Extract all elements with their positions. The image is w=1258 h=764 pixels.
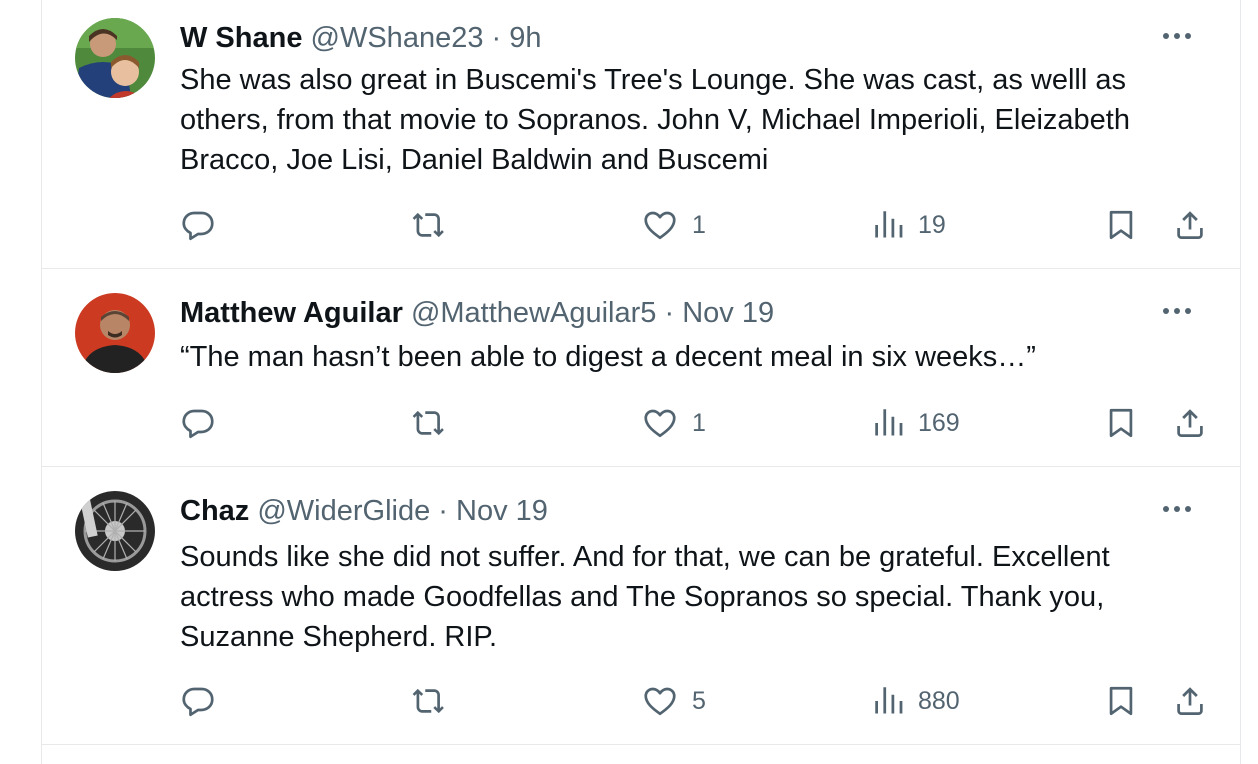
heart-icon bbox=[644, 409, 676, 438]
tweet-text: “The man hasn’t been able to digest a de… bbox=[180, 341, 1036, 373]
bookmark-button[interactable] bbox=[1104, 681, 1138, 721]
views-button[interactable]: 19 bbox=[874, 205, 946, 245]
reply-feed: W Shane @WShane23 · 9h She was also grea… bbox=[41, 0, 1241, 764]
upload-share-icon bbox=[1177, 409, 1203, 437]
bookmark-icon bbox=[1109, 408, 1133, 438]
tweet-header: Matthew Aguilar @MatthewAguilar5 · Nov 1… bbox=[180, 295, 774, 331]
upload-share-icon bbox=[1177, 211, 1203, 239]
speech-bubble-icon bbox=[182, 409, 214, 439]
retweet-button[interactable] bbox=[410, 205, 462, 245]
avatar[interactable] bbox=[75, 18, 155, 98]
reply-button[interactable] bbox=[180, 681, 230, 721]
avatar[interactable] bbox=[75, 293, 155, 373]
action-bar: 1 19 bbox=[180, 205, 1210, 245]
view-count: 880 bbox=[918, 686, 960, 715]
tweet-text: She was also great in Buscemi's Tree's L… bbox=[180, 64, 1130, 176]
ellipsis-icon bbox=[1163, 506, 1191, 512]
speech-bubble-icon bbox=[182, 687, 214, 717]
user-handle[interactable]: @WShane23 bbox=[311, 22, 484, 54]
tweet[interactable]: W Shane @WShane23 · 9h She was also grea… bbox=[42, 0, 1240, 269]
more-options-button[interactable] bbox=[1160, 499, 1194, 519]
retweet-arrows-icon bbox=[412, 688, 444, 714]
timestamp[interactable]: Nov 19 bbox=[456, 495, 548, 527]
avatar[interactable] bbox=[75, 491, 155, 571]
display-name[interactable]: Matthew Aguilar bbox=[180, 297, 403, 329]
share-button[interactable] bbox=[1172, 205, 1208, 245]
retweet-button[interactable] bbox=[410, 403, 462, 443]
tweet-header: W Shane @WShane23 · 9h bbox=[180, 20, 542, 56]
retweet-button[interactable] bbox=[410, 681, 462, 721]
views-button[interactable]: 880 bbox=[874, 681, 960, 721]
tweet-header: Chaz @WiderGlide · Nov 19 bbox=[180, 493, 548, 529]
retweet-arrows-icon bbox=[412, 410, 444, 436]
separator-dot: · bbox=[491, 22, 502, 54]
like-count: 1 bbox=[692, 408, 706, 437]
retweet-arrows-icon bbox=[412, 212, 444, 238]
speech-bubble-icon bbox=[182, 211, 214, 241]
share-button[interactable] bbox=[1172, 681, 1208, 721]
bar-chart-icon bbox=[875, 687, 903, 714]
ellipsis-icon bbox=[1163, 33, 1191, 39]
more-options-button[interactable] bbox=[1160, 301, 1194, 321]
separator-dot: · bbox=[664, 297, 675, 329]
timestamp[interactable]: 9h bbox=[509, 22, 541, 54]
view-count: 169 bbox=[918, 408, 960, 437]
reply-button[interactable] bbox=[180, 403, 230, 443]
action-bar: 1 169 bbox=[180, 403, 1210, 443]
bookmark-button[interactable] bbox=[1104, 205, 1138, 245]
bar-chart-icon bbox=[875, 409, 903, 436]
bookmark-icon bbox=[1109, 686, 1133, 716]
like-count: 5 bbox=[692, 686, 706, 715]
bookmark-icon bbox=[1109, 210, 1133, 240]
user-handle[interactable]: @WiderGlide bbox=[257, 495, 430, 527]
upload-share-icon bbox=[1177, 687, 1203, 715]
timestamp[interactable]: Nov 19 bbox=[682, 297, 774, 329]
view-count: 19 bbox=[918, 210, 946, 239]
like-button[interactable]: 5 bbox=[642, 681, 706, 721]
views-button[interactable]: 169 bbox=[874, 403, 960, 443]
user-handle[interactable]: @MatthewAguilar5 bbox=[411, 297, 656, 329]
display-name[interactable]: W Shane bbox=[180, 22, 302, 54]
heart-icon bbox=[644, 687, 676, 716]
bookmark-button[interactable] bbox=[1104, 403, 1138, 443]
tweet-text: Sounds like she did not suffer. And for … bbox=[180, 541, 1110, 653]
heart-icon bbox=[644, 211, 676, 240]
display-name[interactable]: Chaz bbox=[180, 495, 249, 527]
more-options-button[interactable] bbox=[1160, 26, 1194, 46]
tweet[interactable]: Chaz @WiderGlide · Nov 19 Sounds like sh… bbox=[42, 467, 1240, 745]
like-button[interactable]: 1 bbox=[642, 205, 706, 245]
bar-chart-icon bbox=[875, 211, 903, 238]
separator-dot: · bbox=[438, 495, 448, 527]
action-bar: 5 880 bbox=[180, 681, 1210, 721]
like-count: 1 bbox=[692, 210, 706, 239]
share-button[interactable] bbox=[1172, 403, 1208, 443]
reply-button[interactable] bbox=[180, 205, 230, 245]
ellipsis-icon bbox=[1163, 308, 1191, 314]
like-button[interactable]: 1 bbox=[642, 403, 706, 443]
tweet[interactable]: Matthew Aguilar @MatthewAguilar5 · Nov 1… bbox=[42, 269, 1240, 467]
